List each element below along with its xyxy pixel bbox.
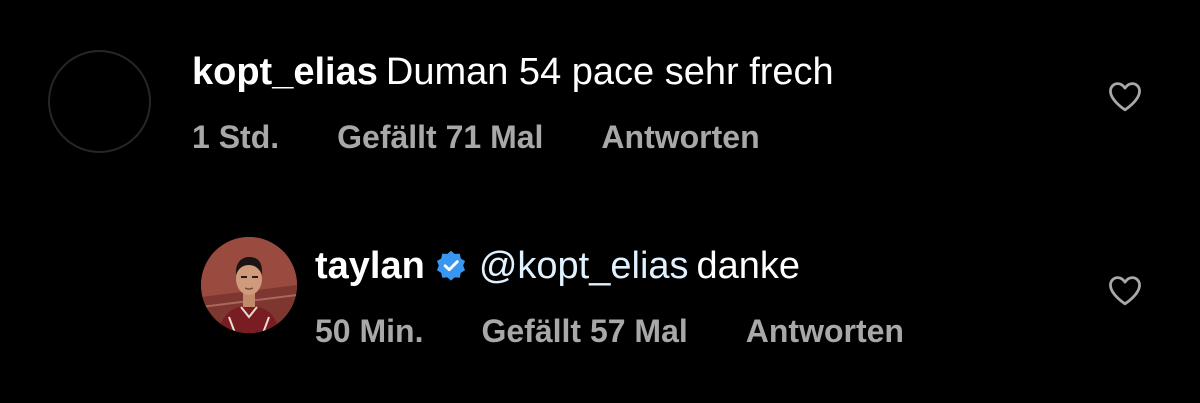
comment-username[interactable]: taylan [315,245,425,287]
comment-meta: 50 Min. Gefällt 57 Mal Antworten [315,311,904,351]
comment-likes-count[interactable]: Gefällt 57 Mal [481,311,687,351]
reply-button[interactable]: Antworten [746,311,904,351]
comment-body: kopt_elias Duman 54 pace sehr frech [192,50,834,94]
comment: kopt_elias Duman 54 pace sehr frech 1 Std… [0,0,1200,190]
reply-button[interactable]: Antworten [601,117,759,157]
comment-timestamp: 1 Std. [192,119,280,155]
comment-timestamp: 50 Min. [315,313,424,349]
comment-likes-count[interactable]: Gefällt 71 Mal [337,117,543,157]
comment-meta: 1 Std. Gefällt 71 Mal Antworten [192,117,760,157]
comment-username[interactable]: kopt_elias [192,51,378,93]
comment-text: danke [696,245,801,287]
avatar-photo [201,237,297,333]
mention-link[interactable]: @kopt_elias [479,245,689,287]
heart-outline-icon[interactable] [1107,274,1143,306]
avatar[interactable] [48,50,151,153]
comment-body: taylan @kopt_elias danke [315,244,800,288]
verified-badge-icon [436,250,465,281]
heart-outline-icon[interactable] [1107,80,1143,112]
comment-text: Duman 54 pace sehr frech [385,51,834,93]
reply-comment: taylan @kopt_elias danke 50 Min. Gefällt 5… [0,190,1200,403]
avatar[interactable] [201,237,297,333]
